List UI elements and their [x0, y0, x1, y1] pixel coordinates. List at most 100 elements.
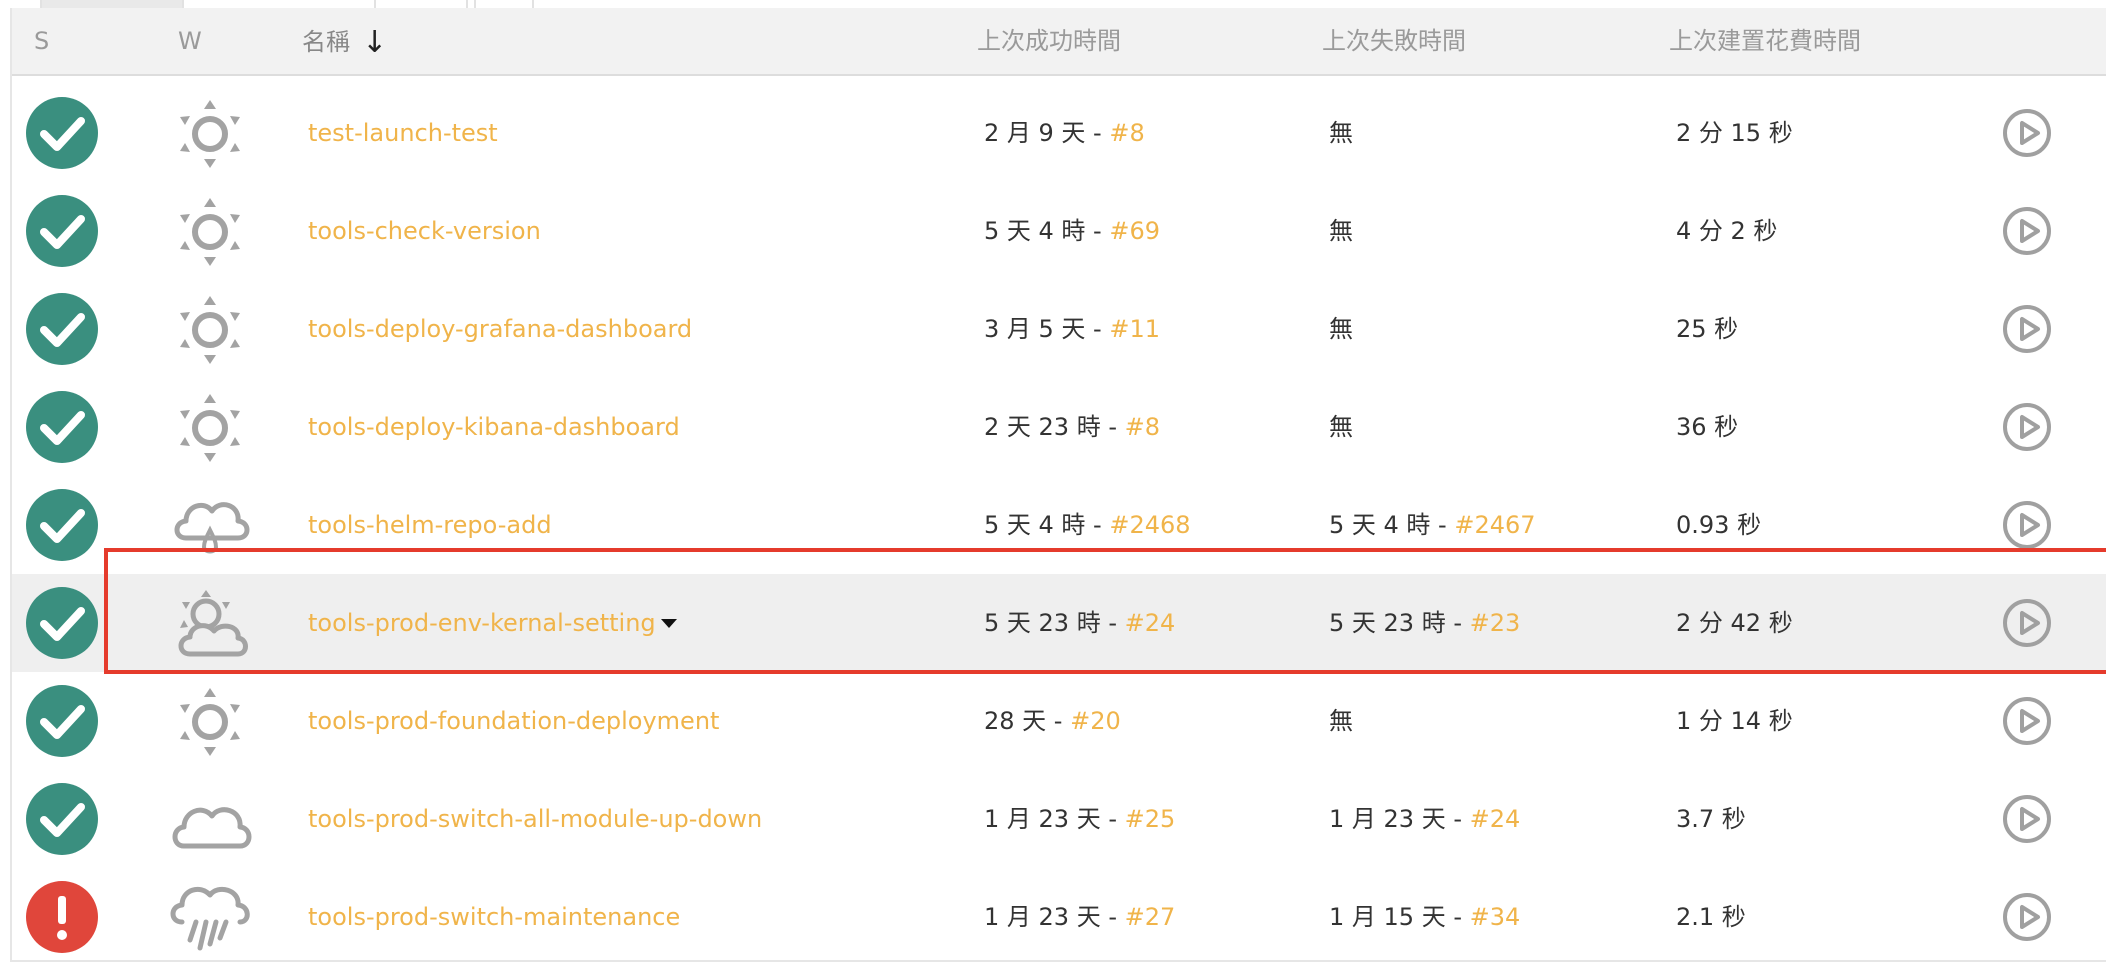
job-name-link[interactable]: tools-prod-foundation-deployment: [308, 672, 719, 770]
last-success-cell: 2 天 23 時 - #8: [984, 378, 1160, 476]
last-failure-build-link[interactable]: #34: [1470, 903, 1521, 931]
last-success-cell: 1 月 23 天 - #25: [984, 770, 1175, 868]
jobs-table: S W 名稱 ↓ 上次成功時間 上次失敗時間 上次建置花費時間 test-laun…: [10, 8, 2106, 962]
table-row: tools-prod-foundation-deployment 28 天 - #…: [12, 672, 2106, 770]
job-menu-chevron-down-icon[interactable]: [649, 574, 677, 672]
table-row: tools-prod-env-kernal-setting 5 天 23 時 - …: [12, 574, 2106, 672]
build-now-play-icon[interactable]: [2002, 206, 2052, 256]
last-failure-cell: 5 天 4 時 - #2467: [1329, 476, 1536, 574]
sunny-icon: [168, 294, 252, 366]
last-failure-build-link[interactable]: #23: [1470, 609, 1521, 637]
status-check-icon: [26, 783, 98, 855]
last-success-build-link[interactable]: #24: [1125, 609, 1176, 637]
last-failure-time: 1 月 15 天 -: [1329, 903, 1470, 931]
last-failure-time: 5 天 4 時 -: [1329, 511, 1455, 539]
job-name-link[interactable]: tools-deploy-grafana-dashboard: [308, 280, 692, 378]
last-success-time: 1 月 23 天 -: [984, 805, 1125, 833]
job-name-link[interactable]: test-launch-test: [308, 84, 498, 182]
last-success-time: 5 天 23 時 -: [984, 609, 1125, 637]
last-failure-time: 無: [1329, 119, 1353, 147]
last-success-build-link[interactable]: #25: [1125, 805, 1176, 833]
build-now-play-icon[interactable]: [2002, 402, 2052, 452]
build-now-play-icon[interactable]: [2002, 696, 2052, 746]
status-check-icon: [26, 97, 98, 169]
last-success-time: 5 天 4 時 -: [984, 217, 1110, 245]
last-success-cell: 5 天 23 時 - #24: [984, 574, 1175, 672]
table-header: S W 名稱 ↓ 上次成功時間 上次失敗時間 上次建置花費時間: [12, 8, 2106, 76]
status-check-icon: [26, 391, 98, 463]
last-failure-build-link[interactable]: #24: [1470, 805, 1521, 833]
sunny-icon: [168, 98, 252, 170]
last-failure-build-link[interactable]: #2467: [1454, 511, 1535, 539]
last-failure-time: 無: [1329, 707, 1353, 735]
last-failure-time: 1 月 23 天 -: [1329, 805, 1470, 833]
last-duration: 1 分 14 秒: [1676, 707, 1793, 735]
build-now-play-icon[interactable]: [2002, 108, 2052, 158]
last-duration: 36 秒: [1676, 413, 1739, 441]
last-success-build-link[interactable]: #8: [1125, 413, 1160, 441]
cloudy-icon: [168, 784, 252, 856]
last-failure-cell: 5 天 23 時 - #23: [1329, 574, 1520, 672]
last-success-build-link[interactable]: #2468: [1109, 511, 1190, 539]
table-row: tools-prod-switch-all-module-up-down 1 月 …: [12, 770, 2106, 868]
table-row: test-launch-test 2 月 9 天 - #8 無 2 分 15 秒: [12, 84, 2106, 182]
last-duration: 2 分 42 秒: [1676, 609, 1793, 637]
last-duration: 4 分 2 秒: [1676, 217, 1778, 245]
sunny-icon: [168, 392, 252, 464]
last-success-build-link[interactable]: #20: [1070, 707, 1121, 735]
header-last-failure[interactable]: 上次失敗時間: [1322, 8, 1466, 74]
job-name-link[interactable]: tools-helm-repo-add: [308, 476, 552, 574]
table-row: tools-deploy-kibana-dashboard 2 天 23 時 - …: [12, 378, 2106, 476]
status-check-icon: [26, 685, 98, 757]
table-row: tools-prod-switch-maintenance 1 月 23 天 - …: [12, 868, 2106, 966]
last-duration: 3.7 秒: [1676, 805, 1746, 833]
last-failure-time: 無: [1329, 315, 1353, 343]
build-now-play-icon[interactable]: [2002, 892, 2052, 942]
header-name-label[interactable]: 名稱: [302, 28, 350, 56]
build-now-play-icon[interactable]: [2002, 794, 2052, 844]
last-success-time: 28 天 -: [984, 707, 1071, 735]
status-check-icon: [26, 293, 98, 365]
last-failure-time: 無: [1329, 413, 1353, 441]
last-success-cell: 5 天 4 時 - #69: [984, 182, 1160, 280]
last-duration: 25 秒: [1676, 315, 1739, 343]
last-failure-cell: 1 月 23 天 - #24: [1329, 770, 1520, 868]
last-success-time: 5 天 4 時 -: [984, 511, 1110, 539]
last-success-build-link[interactable]: #11: [1109, 315, 1160, 343]
cloud-drizzle-icon: [168, 490, 252, 562]
build-now-play-icon[interactable]: [2002, 304, 2052, 354]
job-name-link[interactable]: tools-prod-switch-maintenance: [308, 868, 680, 966]
table-row: tools-check-version 5 天 4 時 - #69 無 4 分 2 秒: [12, 182, 2106, 280]
last-success-build-link[interactable]: #69: [1109, 217, 1160, 245]
last-failure-cell: 無: [1329, 280, 1353, 378]
last-duration: 2.1 秒: [1676, 903, 1746, 931]
header-name[interactable]: 名稱 ↓: [302, 8, 387, 74]
status-check-icon: [26, 489, 98, 561]
sunny-icon: [168, 686, 252, 758]
last-failure-cell: 無: [1329, 84, 1353, 182]
last-success-cell: 1 月 23 天 - #27: [984, 868, 1175, 966]
rain-icon: [168, 882, 252, 954]
last-success-time: 3 月 5 天 -: [984, 315, 1110, 343]
job-name-link[interactable]: tools-check-version: [308, 182, 541, 280]
last-success-build-link[interactable]: #27: [1125, 903, 1176, 931]
header-status[interactable]: S: [34, 8, 49, 74]
last-success-build-link[interactable]: #8: [1109, 119, 1144, 147]
last-success-time: 1 月 23 天 -: [984, 903, 1125, 931]
status-exclamation-icon: [26, 881, 98, 953]
build-now-play-icon[interactable]: [2002, 598, 2052, 648]
last-duration: 2 分 15 秒: [1676, 119, 1793, 147]
last-success-time: 2 月 9 天 -: [984, 119, 1110, 147]
last-success-cell: 5 天 4 時 - #2468: [984, 476, 1191, 574]
last-failure-time: 5 天 23 時 -: [1329, 609, 1470, 637]
job-name-link[interactable]: tools-prod-switch-all-module-up-down: [308, 770, 762, 868]
job-name-link[interactable]: tools-deploy-kibana-dashboard: [308, 378, 680, 476]
last-success-time: 2 天 23 時 -: [984, 413, 1125, 441]
sort-down-icon: ↓: [362, 25, 388, 60]
build-now-play-icon[interactable]: [2002, 500, 2052, 550]
header-last-success[interactable]: 上次成功時間: [977, 8, 1121, 74]
job-name-link[interactable]: tools-prod-env-kernal-setting: [308, 574, 656, 672]
last-success-cell: 3 月 5 天 - #11: [984, 280, 1160, 378]
header-weather[interactable]: W: [178, 8, 202, 74]
header-last-duration[interactable]: 上次建置花費時間: [1669, 8, 1861, 74]
